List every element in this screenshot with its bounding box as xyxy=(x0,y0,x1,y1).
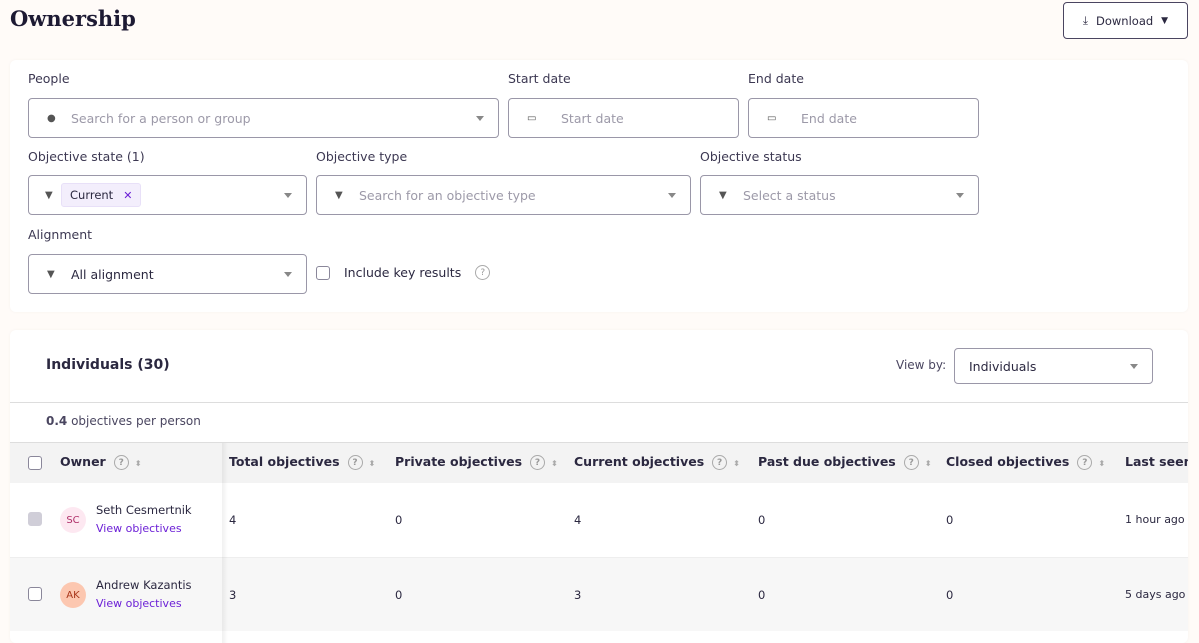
people-select[interactable]: ● Search for a person or group xyxy=(28,98,499,138)
calendar-icon: ▭ xyxy=(767,112,777,124)
column-private-objectives[interactable]: Private objectives? ⬍ xyxy=(395,454,558,470)
filter-icon: ▼ xyxy=(335,189,343,201)
view-by-label: View by: xyxy=(896,358,947,372)
select-all-checkbox[interactable] xyxy=(28,456,42,470)
objective-state-label: Objective state (1) xyxy=(28,149,145,164)
alignment-select[interactable]: ▼ All alignment xyxy=(28,254,307,294)
past-due-objectives: 0 xyxy=(758,513,766,527)
help-icon: ? xyxy=(347,455,363,470)
start-date-input[interactable]: ▭ Start date xyxy=(508,98,739,138)
closed-objectives: 0 xyxy=(946,513,954,527)
people-label: People xyxy=(28,71,70,86)
table-header: Owner? ⬍ Total objectives? ⬍ Private objec… xyxy=(10,442,1188,483)
past-due-objectives: 0 xyxy=(758,588,766,602)
last-seen: 5 days ago xyxy=(1125,588,1186,601)
chevron-down-icon xyxy=(668,193,676,198)
owner-name: Seth Cesmertnik xyxy=(96,503,192,517)
help-icon: ? xyxy=(113,455,129,470)
chevron-down-icon xyxy=(284,272,292,277)
objectives-per-person: 0.4 objectives per person xyxy=(46,414,201,428)
download-icon: ⤓ xyxy=(1082,13,1088,27)
results-panel: Individuals (30) View by: Individuals 0.… xyxy=(10,330,1188,643)
filters-panel: People ● Search for a person or group Sta… xyxy=(10,60,1188,312)
help-icon: ? xyxy=(903,455,919,470)
table-row: AK Andrew Kazantis View objectives 3 0 3… xyxy=(10,557,1188,631)
chevron-down-icon xyxy=(956,193,964,198)
avatar: AK xyxy=(60,582,86,608)
filter-icon: ▼ xyxy=(45,189,53,201)
total-objectives: 4 xyxy=(229,513,237,527)
help-icon: ? xyxy=(712,455,728,470)
filter-icon: ▼ xyxy=(719,189,727,201)
caret-down-icon: ▼ xyxy=(1161,15,1169,26)
closed-objectives: 0 xyxy=(946,588,954,602)
column-total-objectives[interactable]: Total objectives? ⬍ xyxy=(229,454,375,470)
divider xyxy=(10,402,1188,403)
help-icon[interactable]: ? xyxy=(475,265,491,280)
objective-status-select[interactable]: ▼ Select a status xyxy=(700,175,979,215)
column-past-due-objectives[interactable]: Past due objectives? ⬍ xyxy=(758,454,931,470)
owner-name: Andrew Kazantis xyxy=(96,578,192,592)
sort-icon: ⬍ xyxy=(368,459,376,468)
column-owner[interactable]: Owner? ⬍ xyxy=(60,454,141,470)
help-icon: ? xyxy=(1077,455,1093,470)
download-button[interactable]: ⤓ Download ▼ xyxy=(1063,2,1188,39)
last-seen: 1 hour ago xyxy=(1125,513,1185,526)
sticky-column-shadow xyxy=(222,443,228,643)
chip-current: Current ✕ xyxy=(61,183,142,207)
page-title: Ownership xyxy=(10,6,136,31)
view-by-select[interactable]: Individuals xyxy=(954,348,1153,384)
calendar-icon: ▭ xyxy=(527,112,537,124)
avatar: SC xyxy=(60,507,86,533)
view-objectives-link[interactable]: View objectives xyxy=(96,522,182,535)
private-objectives: 0 xyxy=(395,513,403,527)
column-last-seen[interactable]: Last seen xyxy=(1125,454,1188,469)
end-date-input[interactable]: ▭ End date xyxy=(748,98,979,138)
chevron-down-icon xyxy=(476,116,484,121)
table-row: SC Seth Cesmertnik View objectives 4 0 4… xyxy=(10,483,1188,557)
sort-icon: ⬍ xyxy=(134,459,142,468)
objective-type-select[interactable]: ▼ Search for an objective type xyxy=(316,175,691,215)
end-date-label: End date xyxy=(748,71,804,86)
column-current-objectives[interactable]: Current objectives? ⬍ xyxy=(574,454,740,470)
sort-icon: ⬍ xyxy=(551,459,558,468)
start-date-label: Start date xyxy=(508,71,571,86)
chevron-down-icon xyxy=(1130,364,1138,369)
alignment-label: Alignment xyxy=(28,227,93,242)
current-objectives: 3 xyxy=(574,588,582,602)
row-checkbox[interactable] xyxy=(28,512,42,526)
include-key-results[interactable]: Include key results ? xyxy=(316,265,491,280)
help-icon: ? xyxy=(530,455,546,470)
view-objectives-link[interactable]: View objectives xyxy=(96,597,182,610)
objective-status-label: Objective status xyxy=(700,149,802,164)
filter-icon: ▼ xyxy=(47,268,55,280)
table-title: Individuals (30) xyxy=(46,357,170,373)
sort-icon: ⬍ xyxy=(1098,459,1106,468)
chevron-down-icon xyxy=(284,193,292,198)
sort-icon: ⬍ xyxy=(733,459,740,468)
column-closed-objectives[interactable]: Closed objectives? ⬍ xyxy=(946,454,1105,470)
private-objectives: 0 xyxy=(395,588,403,602)
remove-chip-icon[interactable]: ✕ xyxy=(123,189,132,202)
person-icon: ● xyxy=(47,112,56,124)
current-objectives: 4 xyxy=(574,513,582,527)
total-objectives: 3 xyxy=(229,588,237,602)
include-key-results-checkbox[interactable] xyxy=(316,265,330,280)
objective-type-label: Objective type xyxy=(316,149,408,164)
row-checkbox[interactable] xyxy=(28,587,42,601)
sort-icon: ⬍ xyxy=(924,459,932,468)
objective-state-select[interactable]: ▼ Current ✕ xyxy=(28,175,307,215)
